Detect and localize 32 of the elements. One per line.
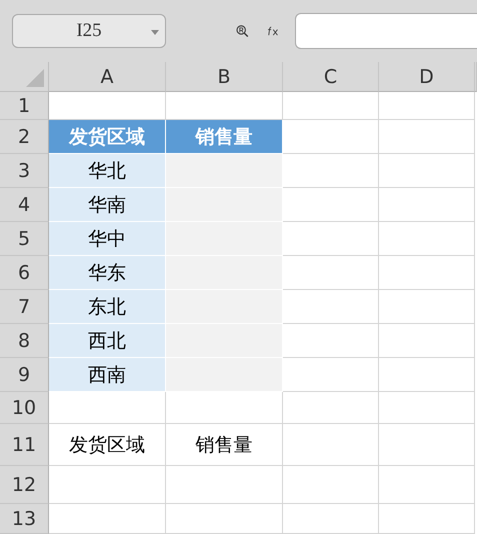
table-cell: 西南 (49, 358, 166, 392)
formula-field[interactable] (295, 13, 477, 49)
row-header[interactable]: 11 (0, 424, 49, 466)
function-icon[interactable] (266, 24, 280, 38)
row-header[interactable]: 1 (0, 92, 49, 120)
row-header[interactable]: 6 (0, 256, 49, 290)
column-header[interactable]: D (379, 62, 475, 92)
caret-icon (151, 30, 160, 35)
row-header[interactable]: 2 (0, 120, 49, 154)
row-header[interactable]: 4 (0, 188, 49, 222)
header-cell: 销售量 (166, 120, 283, 154)
table-cell: 华东 (49, 256, 166, 290)
row-header[interactable]: 12 (0, 466, 49, 504)
row-header[interactable]: 13 (0, 504, 49, 534)
column-header[interactable]: B (166, 62, 283, 92)
table-cell: 发货区域 (49, 424, 166, 466)
row-header[interactable]: 7 (0, 290, 49, 324)
table-cell: 销售量 (166, 424, 283, 466)
row-header[interactable]: 9 (0, 358, 49, 392)
name-box[interactable]: I25 (12, 14, 166, 48)
table-cell: 华南 (49, 188, 166, 222)
column-header[interactable]: C (283, 62, 379, 92)
table-cell: 西北 (49, 324, 166, 358)
header-cell: 发货区域 (49, 120, 166, 154)
row-header[interactable]: 8 (0, 324, 49, 358)
row-header[interactable]: 3 (0, 154, 49, 188)
table-cell: 华北 (49, 154, 166, 188)
table-cell: 东北 (49, 290, 166, 324)
row-header[interactable]: 5 (0, 222, 49, 256)
table-cell: 华中 (49, 222, 166, 256)
column-header[interactable]: A (49, 62, 166, 92)
row-header[interactable]: 10 (0, 392, 49, 424)
